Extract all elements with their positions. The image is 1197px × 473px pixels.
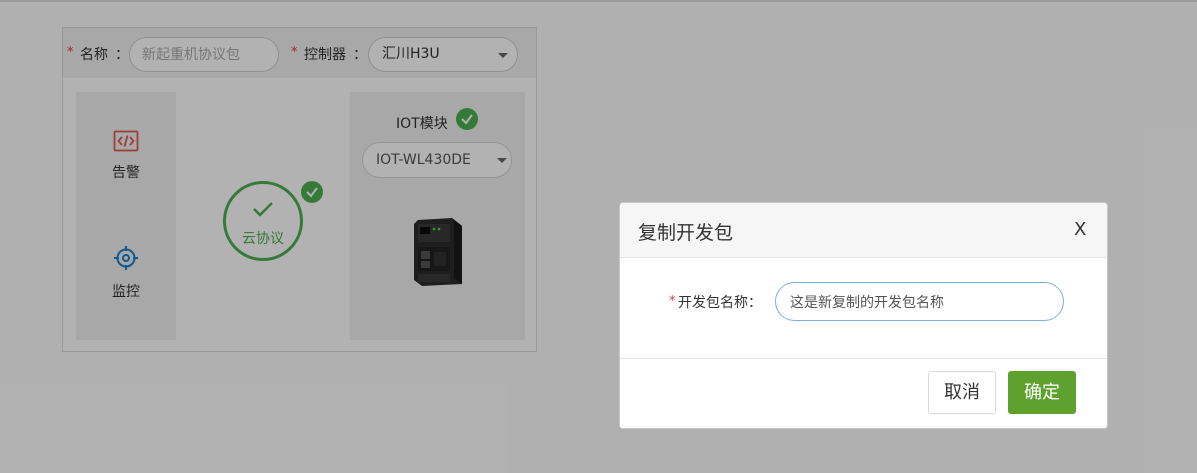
confirm-button[interactable]: 确定: [1008, 371, 1076, 414]
close-icon[interactable]: X: [1074, 219, 1086, 240]
dialog-footer: 取消 确定: [620, 358, 1107, 428]
cancel-button[interactable]: 取消: [928, 371, 996, 414]
dialog-header: 复制开发包 X: [620, 203, 1107, 258]
dialog-body: * 开发包名称：: [620, 258, 1107, 358]
package-name-required-mark: *: [669, 294, 676, 309]
dialog-title: 复制开发包: [638, 222, 734, 244]
package-name-input[interactable]: [775, 282, 1064, 321]
copy-package-dialog: 复制开发包 X * 开发包名称： 取消 确定: [619, 202, 1108, 429]
package-name-label: 开发包名称：: [678, 295, 762, 311]
